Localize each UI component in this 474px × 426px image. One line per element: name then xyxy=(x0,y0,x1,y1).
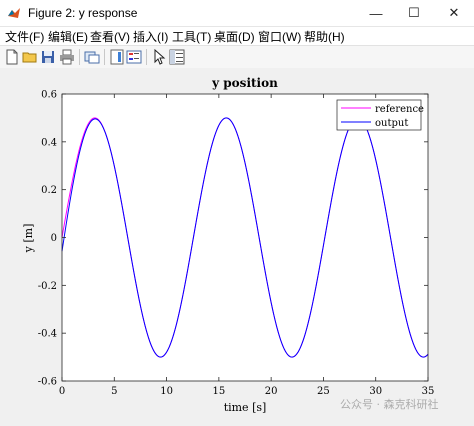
plot-svg: y position time [s] y [m] 0 5 10 15 20 25 30 35… xyxy=(22,76,439,414)
new-figure-icon[interactable] xyxy=(4,49,20,65)
axes-background xyxy=(62,94,428,381)
menu-desktop[interactable]: 桌面(D) xyxy=(214,28,255,45)
x-tick-label: 10 xyxy=(160,386,173,397)
link-plot-icon[interactable] xyxy=(84,49,100,65)
menu-bar: 文件(F) 编辑(E) 查看(V) 插入(I) 工具(T) 桌面(D) 窗口(W… xyxy=(0,27,474,45)
title-bar: Figure 2: y response — ☐ ✕ xyxy=(0,0,474,27)
x-tick-label: 20 xyxy=(265,386,278,397)
x-tick-label: 35 xyxy=(422,386,435,397)
figure-canvas: y position time [s] y [m] 0 5 10 15 20 25 30 35… xyxy=(0,68,474,421)
insert-colorbar-icon[interactable] xyxy=(109,49,125,65)
legend-output-label: output xyxy=(375,118,408,129)
plot-title: y position xyxy=(211,76,278,90)
x-tick-label: 25 xyxy=(317,386,330,397)
watermark: 公众号 · 森克科研社 xyxy=(340,397,439,411)
menu-file[interactable]: 文件(F) xyxy=(5,28,44,45)
matlab-app-icon xyxy=(8,8,20,18)
x-tick-label: 30 xyxy=(369,386,382,397)
toolbar-separator xyxy=(104,49,105,65)
y-axis-label: y [m] xyxy=(22,224,35,254)
close-button[interactable]: ✕ xyxy=(436,0,472,26)
x-tick-label: 15 xyxy=(212,386,225,397)
save-icon[interactable] xyxy=(40,49,56,65)
open-file-icon[interactable] xyxy=(22,49,38,65)
menu-help[interactable]: 帮助(H) xyxy=(304,28,345,45)
window-title: Figure 2: y response xyxy=(28,6,138,20)
y-tick-label: 0.4 xyxy=(41,137,57,148)
maximize-button[interactable]: ☐ xyxy=(396,0,432,26)
print-icon[interactable] xyxy=(59,49,75,65)
menu-insert[interactable]: 插入(I) xyxy=(133,28,168,45)
edit-plot-icon[interactable] xyxy=(151,49,167,65)
x-axis-label: time [s] xyxy=(224,401,267,414)
figure-toolbar xyxy=(0,45,474,69)
y-tick-label: -0.2 xyxy=(38,281,57,292)
legend[interactable]: reference output xyxy=(336,99,424,131)
legend-reference-label: reference xyxy=(375,104,424,115)
toolbar-separator xyxy=(79,49,80,65)
y-tick-label: 0.6 xyxy=(41,90,57,101)
property-inspector-icon[interactable] xyxy=(169,49,185,65)
x-tick-label: 5 xyxy=(111,386,117,397)
y-tick-label: 0.2 xyxy=(41,185,57,196)
y-tick-label: -0.6 xyxy=(38,377,57,388)
toolbar-separator xyxy=(146,49,147,65)
x-tick-label: 0 xyxy=(59,386,65,397)
minimize-button[interactable]: — xyxy=(358,0,394,26)
menu-view[interactable]: 查看(V) xyxy=(90,28,130,45)
menu-tools[interactable]: 工具(T) xyxy=(172,28,211,45)
menu-window[interactable]: 窗口(W) xyxy=(258,28,301,45)
menu-edit[interactable]: 编辑(E) xyxy=(48,28,88,45)
insert-legend-icon[interactable] xyxy=(126,49,142,65)
y-tick-label: -0.4 xyxy=(38,329,57,340)
y-tick-label: 0 xyxy=(51,233,57,244)
